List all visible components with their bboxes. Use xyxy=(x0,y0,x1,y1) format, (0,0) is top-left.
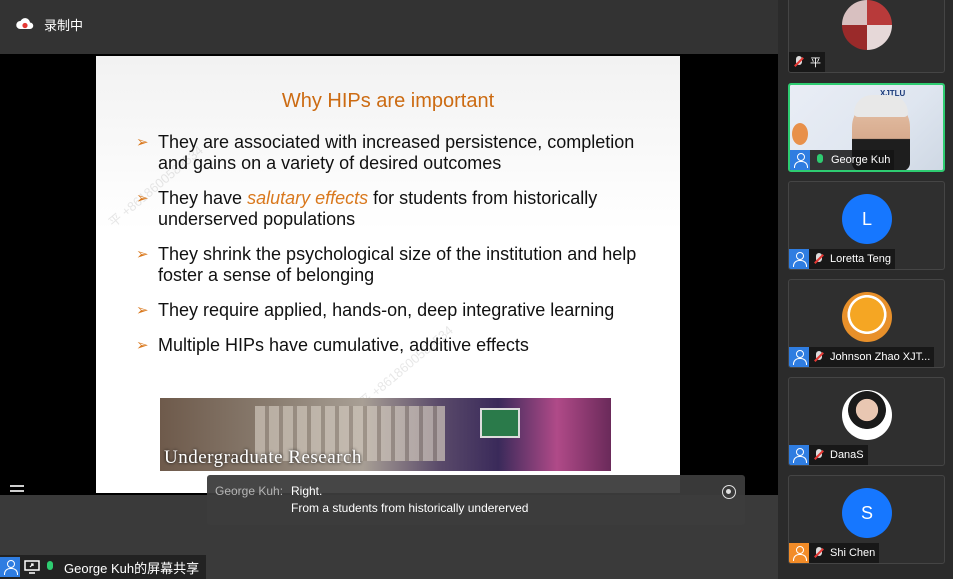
background-decoration xyxy=(792,123,808,145)
mic-muted-icon xyxy=(811,543,827,563)
bullet-text: They have xyxy=(158,188,248,208)
user-icon xyxy=(789,445,809,465)
slide-banner-image: Undergraduate Research xyxy=(160,398,611,471)
share-label: George Kuh的屏幕共享 xyxy=(64,560,200,576)
arrow-bullet-icon: ➢ xyxy=(136,190,149,207)
bullet-item: ➢ They require applied, hands-on, deep in… xyxy=(136,300,656,321)
bullet-emphasis: salutary effects xyxy=(247,188,369,208)
name-bar: Loretta Teng xyxy=(789,249,895,269)
bullet-text: They shrink the psychological size of th… xyxy=(158,244,637,285)
bullet-text: They are associated with increased persi… xyxy=(158,132,635,173)
meeting-window: 录制中 平 +8618600589534 平 +8618600589534 Wh… xyxy=(0,0,953,579)
caption-speaker: George Kuh: xyxy=(215,484,284,498)
participants-panel: 平 XJTLU George Kuh L Loretta Teng Johnso… xyxy=(778,0,953,579)
caption-line: From a students from historically undere… xyxy=(291,501,529,515)
mic-muted-icon xyxy=(791,52,807,72)
mic-muted-icon xyxy=(811,445,827,465)
avatar: L xyxy=(842,194,892,244)
name-bar: Johnson Zhao XJT... xyxy=(789,347,935,367)
participant-name: Johnson Zhao XJT... xyxy=(830,351,931,363)
microphone-icon xyxy=(42,557,58,577)
participant-tile-active-speaker[interactable]: XJTLU George Kuh xyxy=(788,83,945,172)
bullet-item: ➢ They are associated with increased pers… xyxy=(136,132,656,174)
avatar xyxy=(842,0,892,50)
arrow-bullet-icon: ➢ xyxy=(136,134,149,151)
banner-caption: Undergraduate Research xyxy=(164,447,362,468)
mic-muted-icon xyxy=(811,249,827,269)
recording-label: 录制中 xyxy=(44,18,84,33)
arrow-bullet-icon: ➢ xyxy=(136,302,149,319)
bullet-item: ➢ They have salutary effects for students… xyxy=(136,188,656,230)
recording-indicator[interactable]: 录制中 xyxy=(16,15,83,34)
user-icon xyxy=(789,347,809,367)
bullet-item: ➢ They shrink the psychological size of t… xyxy=(136,244,656,286)
top-bar: 录制中 xyxy=(0,0,778,54)
presentation-slide: 平 +8618600589534 平 +8618600589534 Why HI… xyxy=(96,56,680,493)
speaker-hair xyxy=(854,95,908,117)
bullet-text: They require applied, hands-on, deep int… xyxy=(158,300,615,320)
participant-name: Loretta Teng xyxy=(830,253,891,265)
participant-name: George Kuh xyxy=(831,154,891,166)
user-icon xyxy=(789,249,809,269)
participant-name: DanaS xyxy=(830,449,864,461)
slide-title: Why HIPs are important xyxy=(281,90,495,112)
caption-settings-icon[interactable] xyxy=(722,485,736,499)
avatar xyxy=(842,390,892,440)
avatar xyxy=(842,292,892,342)
microphone-icon xyxy=(812,150,828,170)
bullet-item: ➢ Multiple HIPs have cumulative, additive… xyxy=(136,335,656,356)
microscope-screen-image xyxy=(480,408,520,438)
name-bar: George Kuh xyxy=(790,150,895,170)
participant-tile[interactable]: 平 xyxy=(788,0,945,73)
screen-share-indicator: George Kuh的屏幕共享 xyxy=(0,555,206,579)
name-bar: 平 xyxy=(789,52,825,72)
user-icon xyxy=(789,543,809,563)
arrow-bullet-icon: ➢ xyxy=(136,246,149,263)
participant-name: Shi Chen xyxy=(830,547,876,559)
mic-muted-icon xyxy=(811,347,827,367)
participant-tile[interactable]: DanaS xyxy=(788,377,945,466)
name-bar: DanaS xyxy=(789,445,868,465)
shared-screen: 平 +8618600589534 平 +8618600589534 Why HI… xyxy=(0,54,778,497)
bullet-list: ➢ They are associated with increased pers… xyxy=(136,132,656,370)
screen-share-icon xyxy=(24,560,40,574)
caption-box: George Kuh: Right. From a students from … xyxy=(207,475,745,525)
arrow-bullet-icon: ➢ xyxy=(136,337,149,354)
user-icon xyxy=(0,557,20,577)
caption-line: Right. xyxy=(291,484,323,498)
participant-tile[interactable]: L Loretta Teng xyxy=(788,181,945,270)
participant-tile[interactable]: S Shi Chen xyxy=(788,475,945,564)
name-bar: Shi Chen xyxy=(789,543,880,563)
bullet-text: Multiple HIPs have cumulative, additive … xyxy=(158,335,529,355)
participant-tile[interactable]: Johnson Zhao XJT... xyxy=(788,279,945,368)
cloud-record-icon xyxy=(16,17,34,29)
participant-name: 平 xyxy=(810,57,821,69)
user-icon xyxy=(790,150,810,170)
avatar: S xyxy=(842,488,892,538)
